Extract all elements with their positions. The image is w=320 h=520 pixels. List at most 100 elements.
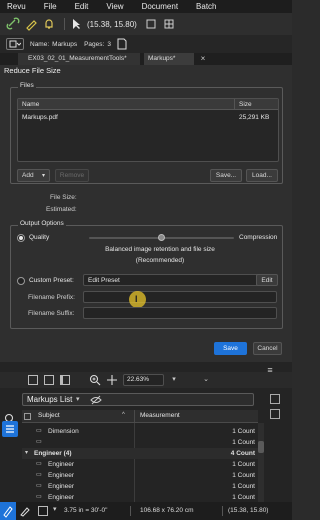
row-measurement: 1 Count xyxy=(232,461,255,468)
row-subject: Engineer xyxy=(48,483,75,490)
subject-column-header[interactable]: Subject xyxy=(38,412,60,419)
text-cursor-icon: I xyxy=(135,294,138,304)
main-toolbar: (15.38, 15.80) xyxy=(0,13,292,35)
filename-prefix-input[interactable] xyxy=(83,291,277,303)
markup-mode-icon[interactable] xyxy=(0,502,16,520)
size-column-header[interactable]: Size xyxy=(239,101,252,108)
single-page-icon[interactable] xyxy=(28,375,38,385)
bell-icon[interactable] xyxy=(42,17,56,31)
table-row[interactable]: ▭ Engineer 1 Count xyxy=(22,459,258,470)
row-measurement: 1 Count xyxy=(232,439,255,446)
separator xyxy=(64,18,65,30)
divider-2 xyxy=(222,506,223,516)
tab-label: Markups* xyxy=(148,55,176,62)
filename-suffix-input[interactable] xyxy=(83,307,277,319)
output-options-title: Output Options xyxy=(18,220,66,227)
quality-slider-thumb[interactable] xyxy=(157,234,165,241)
row-subject: Engineer (4) xyxy=(34,450,72,457)
cursor-icon[interactable] xyxy=(69,17,83,31)
menu-file[interactable]: File xyxy=(44,2,57,11)
quality-label: Quality xyxy=(29,234,50,241)
menu-bar: Revu File Edit View Document Batch xyxy=(0,0,292,13)
document-menu-icon[interactable] xyxy=(6,38,24,50)
pan-icon[interactable] xyxy=(106,374,118,386)
continuous-icon[interactable] xyxy=(44,375,54,385)
chevron-down-icon[interactable]: ▾ xyxy=(53,505,57,513)
highlighter-icon[interactable] xyxy=(24,17,38,31)
pen-icon[interactable] xyxy=(19,505,31,517)
document-tab-bar: EX03_02_01_MeasurementTools* Markups* × xyxy=(0,53,292,65)
files-group-title: Files xyxy=(18,82,36,89)
status-bar: ▾ 3.75 in = 30'-0" 106.68 x 76.20 cm (15… xyxy=(0,502,292,520)
custom-preset-label: Custom Preset: xyxy=(29,277,74,284)
split-view-icon[interactable] xyxy=(60,375,70,385)
file-size-label: File Size: xyxy=(50,194,77,201)
menu-document[interactable]: Document xyxy=(142,2,178,11)
markups-list-title: Markups List xyxy=(27,395,73,404)
table-row[interactable]: ▭ Engineer 1 Count xyxy=(22,470,258,481)
measurement-column-header[interactable]: Measurement xyxy=(140,412,180,419)
recommended-label: (Recommended) xyxy=(135,257,185,264)
menu-edit[interactable]: Edit xyxy=(75,2,89,11)
row-measurement: 1 Count xyxy=(232,472,255,479)
markups-list-dropdown[interactable]: Markups List ▾ xyxy=(22,393,254,406)
add-dropdown-button[interactable]: Add ▾ xyxy=(17,169,50,182)
file-row[interactable]: Markups.pdf 25,291 KB xyxy=(18,113,278,123)
row-measurement: 1 Count xyxy=(232,483,255,490)
tab-measurementtools[interactable]: EX03_02_01_MeasurementTools* xyxy=(18,53,140,65)
remove-button[interactable]: Remove xyxy=(55,169,89,182)
table-row[interactable]: ▭ 1 Count xyxy=(22,437,258,448)
sort-up-icon: ^ xyxy=(122,412,125,418)
page-icon[interactable] xyxy=(117,38,127,50)
dropdown-icon[interactable]: ⌄ xyxy=(200,374,212,386)
tab-markups[interactable]: Markups* xyxy=(144,53,194,65)
table-row[interactable]: ▭ Dimension 1 Count xyxy=(22,426,258,437)
row-measurement: 4 Count xyxy=(230,450,255,457)
menu-revu[interactable]: Revu xyxy=(7,2,26,11)
file-name: Markups.pdf xyxy=(22,114,58,121)
files-list[interactable]: Name Size Markups.pdf 25,291 KB xyxy=(17,98,279,162)
panel-side-icon-2[interactable] xyxy=(270,409,280,419)
zoom-icon[interactable] xyxy=(89,374,101,386)
chevron-down-icon[interactable]: ▾ xyxy=(168,374,180,386)
custom-preset-radio[interactable] xyxy=(17,277,25,285)
menu-view[interactable]: View xyxy=(106,2,123,11)
save-button[interactable]: Save xyxy=(214,342,247,355)
markup-type-icon: ▭ xyxy=(36,428,42,434)
close-icon[interactable]: × xyxy=(198,54,208,64)
zoom-field[interactable]: 22.63% xyxy=(123,374,164,386)
markup-type-icon: ▭ xyxy=(36,439,42,445)
visibility-off-icon[interactable] xyxy=(90,395,102,405)
quality-radio[interactable] xyxy=(17,234,25,242)
grid-icon[interactable] xyxy=(163,18,175,30)
panel-menu-icon[interactable]: ≡ xyxy=(264,364,276,376)
name-column-header[interactable]: Name xyxy=(22,101,39,108)
table-row[interactable]: ▾ Engineer (4) 4 Count xyxy=(22,448,258,459)
name-label: Name: xyxy=(30,40,50,48)
preset-value: Edit Preset xyxy=(88,276,120,284)
panel-side-strip xyxy=(0,388,20,390)
select-all-checkbox[interactable] xyxy=(24,413,31,420)
load-preset-button[interactable]: Load... xyxy=(246,169,278,182)
divider-1 xyxy=(130,506,131,516)
page-layout-icon[interactable] xyxy=(38,506,48,516)
scrollbar-thumb[interactable] xyxy=(258,441,264,453)
menu-batch[interactable]: Batch xyxy=(196,2,216,11)
page-dimensions: 106.68 x 76.20 cm xyxy=(140,507,194,514)
panel-side-icon-1[interactable] xyxy=(270,394,280,404)
table-row[interactable]: ▭ Engineer 1 Count xyxy=(22,481,258,492)
cancel-button[interactable]: Cancel xyxy=(253,342,282,355)
list-icon[interactable] xyxy=(2,421,18,437)
preset-select[interactable]: Edit Preset ▾ xyxy=(83,274,277,286)
reduce-file-size-dialog: Reduce File Size Files Name Size Markups… xyxy=(0,65,292,362)
compression-label: Compression xyxy=(239,234,278,241)
zoom-value: 22.63% xyxy=(127,376,150,383)
link-icon[interactable] xyxy=(6,17,20,31)
save-preset-button[interactable]: Save... xyxy=(210,169,242,182)
edit-preset-button[interactable]: Edit xyxy=(256,274,278,286)
expand-toggle-icon[interactable]: ▾ xyxy=(25,448,28,459)
estimated-label: Estimated: xyxy=(46,206,77,213)
vertical-scrollbar[interactable] xyxy=(258,423,264,502)
row-subject: Engineer xyxy=(48,461,75,468)
expand-icon[interactable] xyxy=(145,18,157,30)
